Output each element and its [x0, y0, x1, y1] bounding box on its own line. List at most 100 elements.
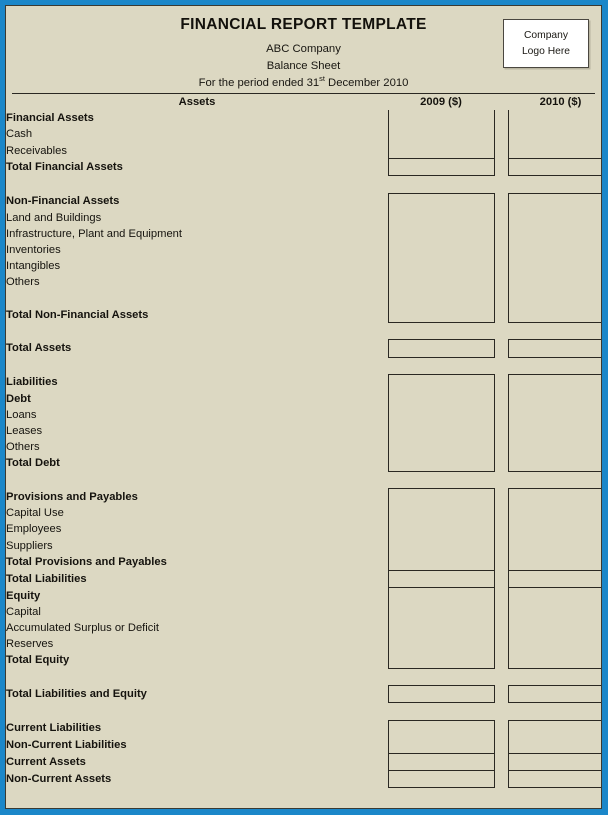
value-cell-2010[interactable]: [507, 110, 601, 127]
value-cell-2009[interactable]: [387, 438, 495, 456]
value-cell-2009[interactable]: [387, 636, 495, 653]
value-cell-2010[interactable]: [507, 406, 601, 423]
balance-sheet-table: Assets 2009 ($) 2010 ($) Financial Asset…: [6, 94, 601, 788]
value-cell-2009[interactable]: [387, 652, 495, 670]
value-cell-2010[interactable]: [507, 652, 601, 670]
value-cell-2009[interactable]: [387, 553, 495, 571]
value-cell-2009[interactable]: [387, 685, 495, 704]
value-cell-2009[interactable]: [387, 537, 495, 554]
table-row: Non-Financial Assets: [6, 192, 601, 210]
value-cell-2010[interactable]: [507, 505, 601, 522]
column-gap-cell: [494, 159, 508, 176]
value-cell-2009[interactable]: [387, 586, 495, 604]
column-gap-cell: [494, 587, 508, 604]
value-cell-2010[interactable]: [507, 488, 601, 506]
column-gap-cell: [494, 455, 508, 472]
value-cell-2009[interactable]: [387, 770, 495, 788]
value-cell-2010[interactable]: [507, 603, 601, 620]
value-cell-2010[interactable]: [507, 553, 601, 571]
value-cell-2009[interactable]: [387, 257, 495, 275]
value-cell-2009[interactable]: [387, 225, 495, 242]
company-logo-placeholder[interactable]: Company Logo Here: [503, 19, 589, 68]
value-cell-2010[interactable]: [507, 570, 601, 588]
value-cell-2010[interactable]: [507, 126, 601, 143]
table-row: Total Provisions and Payables: [6, 553, 601, 571]
value-cell-2009[interactable]: [387, 192, 495, 210]
value-cell-2010[interactable]: [507, 438, 601, 456]
value-cell-2009[interactable]: [387, 373, 495, 391]
value-cell-2010[interactable]: [507, 753, 601, 771]
value-cell-2010[interactable]: [507, 719, 601, 737]
value-cell-2010[interactable]: [507, 274, 601, 291]
value-cell-2009[interactable]: [387, 290, 495, 307]
value-cell-2009[interactable]: [387, 142, 495, 159]
table-header-row: Assets 2009 ($) 2010 ($): [6, 94, 601, 110]
table-row: Current Assets: [6, 753, 601, 771]
table-row: Land and Buildings: [6, 209, 601, 226]
row-label: Others: [6, 441, 40, 454]
table-row: Financial Assets: [6, 110, 601, 127]
value-cell-2009[interactable]: [387, 422, 495, 439]
column-gap-cell: [494, 554, 508, 571]
value-cell-2010[interactable]: [507, 209, 601, 226]
value-cell-2010[interactable]: [507, 306, 601, 324]
value-cell-2010[interactable]: [507, 373, 601, 391]
value-cell-2010[interactable]: [507, 620, 601, 637]
value-cell-2009[interactable]: [387, 455, 495, 473]
value-cell-2010[interactable]: [507, 586, 601, 604]
row-label: Non-Current Assets: [6, 772, 112, 785]
value-cell-2010[interactable]: [507, 770, 601, 788]
value-cell-2009[interactable]: [387, 306, 495, 324]
value-cell-2009[interactable]: [387, 126, 495, 143]
value-cell-2009: [388, 357, 494, 374]
column-gap-cell: [494, 652, 508, 669]
value-cell-2009[interactable]: [387, 406, 495, 423]
value-cell-2009[interactable]: [387, 158, 495, 177]
value-cell-2009[interactable]: [387, 719, 495, 737]
value-cell-2009[interactable]: [387, 241, 495, 258]
value-cell-2009[interactable]: [387, 339, 495, 358]
value-cell-2009[interactable]: [387, 209, 495, 226]
table-row: Total Equity: [6, 652, 601, 670]
value-cell-2009[interactable]: [387, 570, 495, 588]
value-cell-2010[interactable]: [507, 241, 601, 258]
title-block: FINANCIAL REPORT TEMPLATE ABC Company Ba…: [6, 6, 601, 93]
table-row: Total Liabilities: [6, 570, 601, 588]
value-cell-2009[interactable]: [387, 274, 495, 291]
column-gap-cell: [494, 720, 508, 737]
value-cell-2009[interactable]: [387, 603, 495, 620]
financial-report-page: FINANCIAL REPORT TEMPLATE ABC Company Ba…: [0, 0, 608, 815]
value-cell-2009[interactable]: [387, 488, 495, 506]
table-row: Loans: [6, 406, 601, 423]
value-cell-2010[interactable]: [507, 290, 601, 307]
value-cell-2010[interactable]: [507, 257, 601, 275]
value-cell-2009[interactable]: [387, 390, 495, 407]
row-label: Total Equity: [6, 654, 70, 667]
value-cell-2010[interactable]: [507, 142, 601, 159]
spacer-row: [6, 472, 601, 489]
column-gap-cell: [494, 126, 508, 142]
value-cell-2010[interactable]: [507, 192, 601, 210]
value-cell-2010[interactable]: [507, 225, 601, 242]
value-cell-2010[interactable]: [507, 521, 601, 538]
value-cell-2010[interactable]: [507, 390, 601, 407]
table-row: Receivables: [6, 142, 601, 159]
value-cell-2009[interactable]: [387, 110, 495, 127]
value-cell-2010[interactable]: [507, 537, 601, 554]
value-cell-2009[interactable]: [387, 753, 495, 771]
value-cell-2010[interactable]: [507, 736, 601, 754]
value-cell-2010[interactable]: [507, 455, 601, 473]
value-cell-2009[interactable]: [387, 521, 495, 538]
value-cell-2010[interactable]: [507, 422, 601, 439]
column-header-2010: 2010 ($): [539, 96, 582, 109]
row-label: Debt: [6, 392, 31, 405]
value-cell-2009[interactable]: [387, 736, 495, 754]
value-cell-2009[interactable]: [387, 620, 495, 637]
table-row: Current Liabilities: [6, 719, 601, 737]
value-cell-2010[interactable]: [507, 339, 601, 358]
value-cell-2009[interactable]: [387, 505, 495, 522]
value-cell-2010[interactable]: [507, 685, 601, 704]
value-cell-2009: [388, 176, 494, 193]
value-cell-2010[interactable]: [507, 158, 601, 177]
value-cell-2010[interactable]: [507, 636, 601, 653]
